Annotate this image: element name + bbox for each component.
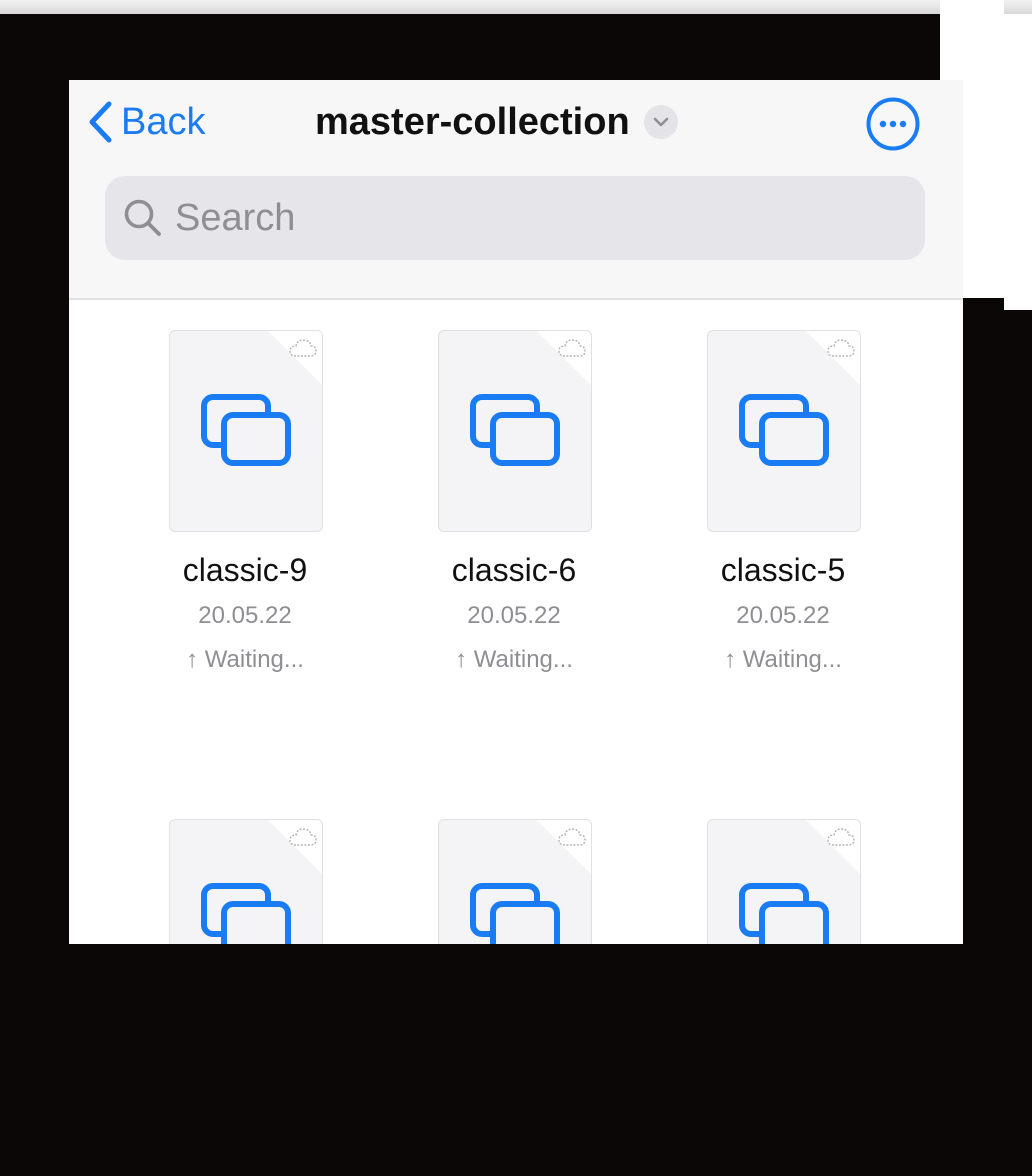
stacked-windows-icon (470, 883, 560, 944)
stacked-windows-icon (201, 394, 291, 466)
cloud-icon (827, 828, 855, 846)
cloud-icon (827, 339, 855, 357)
search-icon (124, 199, 161, 236)
files-app-screen: Back master-collection Search classic-9 … (69, 80, 963, 944)
file-thumbnail (438, 330, 592, 532)
back-label: Back (121, 100, 206, 143)
ellipsis-circle-icon (866, 97, 920, 151)
title-menu-button[interactable] (643, 105, 678, 139)
upload-status: ↑ Waiting... (724, 646, 842, 673)
chevron-down-icon (653, 117, 668, 127)
upload-status: ↑ Waiting... (186, 646, 304, 673)
chevron-left-icon (89, 101, 112, 143)
stacked-windows-icon (201, 883, 291, 944)
cloud-icon (289, 828, 317, 846)
file-date: 20.05.22 (198, 602, 292, 629)
stacked-windows-icon (739, 883, 829, 944)
file-thumbnail (438, 819, 592, 944)
file-name: classic-6 (451, 552, 577, 588)
file-thumbnail (707, 330, 861, 532)
upload-status: ↑ Waiting... (455, 646, 573, 673)
file-thumbnail (169, 819, 323, 944)
more-options-button[interactable] (865, 96, 921, 152)
stacked-windows-icon (739, 394, 829, 466)
file-item[interactable] (109, 819, 349, 944)
file-date: 20.05.22 (736, 602, 830, 629)
file-item[interactable] (378, 819, 618, 944)
search-input[interactable] (175, 196, 875, 240)
file-date: 20.05.22 (467, 602, 561, 629)
top-edge-strip (0, 0, 1032, 14)
file-name: classic-9 (182, 552, 308, 588)
page-title: master-collection (315, 100, 630, 143)
cloud-icon (289, 339, 317, 357)
file-item[interactable]: classic-9 20.05.22 ↑ Waiting... (109, 330, 349, 710)
folder-title-menu[interactable]: master-collection (315, 94, 678, 150)
file-name: classic-5 (720, 552, 846, 588)
back-button[interactable]: Back (87, 94, 205, 150)
navigation-bar: Back master-collection (69, 80, 963, 300)
cloud-icon (558, 828, 586, 846)
stacked-windows-icon (470, 394, 560, 466)
file-item[interactable] (647, 819, 887, 944)
file-thumbnail (169, 330, 323, 532)
file-item[interactable]: classic-5 20.05.22 ↑ Waiting... (647, 330, 887, 710)
background-panel-edge (1004, 14, 1032, 310)
file-thumbnail (707, 819, 861, 944)
file-item[interactable]: classic-6 20.05.22 ↑ Waiting... (378, 330, 618, 710)
search-bar[interactable] (105, 176, 925, 260)
cloud-icon (558, 339, 586, 357)
